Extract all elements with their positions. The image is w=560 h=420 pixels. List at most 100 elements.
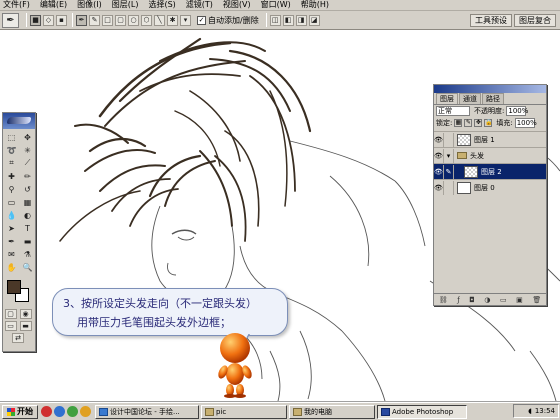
menu-view[interactable]: 视图(V) bbox=[223, 0, 251, 10]
history-brush-tool-icon[interactable]: ↺ bbox=[20, 183, 35, 195]
new-layer-icon[interactable]: ▣ bbox=[516, 296, 523, 304]
link-column[interactable] bbox=[444, 132, 454, 147]
custom-shape-button[interactable]: ✱ bbox=[167, 14, 178, 26]
visibility-eye-icon[interactable]: 👁 bbox=[434, 164, 444, 179]
clone-stamp-tool-icon[interactable]: ⚲ bbox=[4, 183, 19, 195]
menu-layer[interactable]: 图层(L) bbox=[112, 0, 139, 10]
menu-filter[interactable]: 滤镜(T) bbox=[186, 0, 213, 10]
link-layers-icon[interactable]: ⛓ bbox=[439, 296, 448, 304]
menu-window[interactable]: 窗口(W) bbox=[261, 0, 291, 10]
browser-icon[interactable] bbox=[54, 406, 65, 417]
menu-file[interactable]: 文件(F) bbox=[3, 0, 30, 10]
taskbar-item-pic[interactable]: pic bbox=[201, 404, 287, 419]
layer-row-layer2[interactable]: 👁 ✎ 图层 2 bbox=[434, 163, 546, 179]
lasso-tool-icon[interactable]: ➰ bbox=[4, 144, 19, 156]
subtract-from-path-button[interactable]: ◧ bbox=[282, 14, 294, 26]
layer-row-hair-group[interactable]: 👁 ▾ 头发 bbox=[434, 147, 546, 163]
blur-tool-icon[interactable]: 💧 bbox=[4, 209, 19, 221]
marquee-tool-icon[interactable]: ⬚ bbox=[4, 131, 19, 143]
magic-wand-tool-icon[interactable]: ✳ bbox=[20, 144, 35, 156]
tab-paths[interactable]: 路径 bbox=[482, 93, 504, 104]
menu-select[interactable]: 选择(S) bbox=[148, 0, 175, 10]
geometry-options-button[interactable]: ▾ bbox=[180, 14, 191, 26]
line-button[interactable]: ╲ bbox=[154, 14, 165, 26]
crop-tool-icon[interactable]: ⌗ bbox=[4, 157, 19, 169]
link-column[interactable] bbox=[444, 180, 454, 195]
tab-layer-comps[interactable]: 图层复合 bbox=[514, 13, 556, 27]
tools-palette-header[interactable] bbox=[3, 113, 35, 129]
eraser-tool-icon[interactable]: ▭ bbox=[4, 196, 19, 208]
visibility-eye-icon[interactable]: 👁 bbox=[434, 180, 444, 195]
opacity-input[interactable]: 100% bbox=[506, 106, 528, 116]
tab-channels[interactable]: 通道 bbox=[459, 93, 481, 104]
taskbar-item-forum[interactable]: 设计中国论坛 - 手绘... bbox=[95, 404, 199, 419]
quick-mask-button[interactable]: ◉ bbox=[19, 309, 32, 319]
layer-style-icon[interactable]: ƒ bbox=[457, 296, 459, 304]
lock-image-icon[interactable]: ✎ bbox=[464, 119, 473, 127]
dodge-tool-icon[interactable]: ◐ bbox=[20, 209, 35, 221]
slice-tool-icon[interactable]: ⟋ bbox=[20, 157, 35, 169]
path-selection-tool-icon[interactable]: ➤ bbox=[4, 222, 19, 234]
zoom-tool-icon[interactable]: 🔍 bbox=[20, 261, 35, 273]
pen-tool-icon[interactable]: ✒ bbox=[4, 235, 19, 247]
tool-preset-picker[interactable]: ✒ bbox=[2, 12, 19, 28]
fill-pixels-button[interactable]: ▪ bbox=[56, 14, 67, 26]
adjustment-layer-icon[interactable]: ◑ bbox=[484, 296, 490, 304]
media-icon[interactable] bbox=[80, 406, 91, 417]
new-group-icon[interactable]: ▭ bbox=[500, 296, 507, 304]
rounded-rectangle-button[interactable]: ▢ bbox=[115, 14, 126, 26]
menu-edit[interactable]: 编辑(E) bbox=[40, 0, 67, 10]
layer-row-layer1[interactable]: 👁 图层 1 bbox=[434, 131, 546, 147]
gradient-tool-icon[interactable]: ▦ bbox=[20, 196, 35, 208]
speaker-icon[interactable]: ◖ bbox=[528, 407, 532, 415]
layer-mask-icon[interactable]: ◘ bbox=[469, 296, 475, 304]
delete-layer-icon[interactable]: 🗑 bbox=[532, 296, 541, 304]
screen-mode-standard-button[interactable]: ▭ bbox=[4, 321, 17, 331]
notes-tool-icon[interactable]: ✉ bbox=[4, 248, 19, 260]
visibility-eye-icon[interactable]: 👁 bbox=[434, 148, 444, 163]
screen-mode-full-button[interactable]: ▬ bbox=[19, 321, 32, 331]
opera-icon[interactable] bbox=[41, 406, 52, 417]
lock-position-icon[interactable]: ✥ bbox=[474, 119, 483, 127]
ellipse-button[interactable]: ○ bbox=[128, 14, 139, 26]
blend-mode-select[interactable]: 正常 bbox=[436, 106, 470, 116]
pen-tool-button[interactable]: ✒ bbox=[76, 14, 87, 26]
clock[interactable]: 13:54 bbox=[535, 407, 555, 415]
standard-mode-button[interactable]: ▢ bbox=[4, 309, 17, 319]
taskbar-item-photoshop[interactable]: Adobe Photoshop bbox=[377, 404, 467, 419]
taskbar-item-my-computer[interactable]: 我的电脑 bbox=[289, 404, 375, 419]
lock-all-icon[interactable]: 🔒 bbox=[484, 119, 493, 127]
exclude-overlap-button[interactable]: ◪ bbox=[308, 14, 320, 26]
freeform-pen-button[interactable]: ✎ bbox=[89, 14, 100, 26]
menu-image[interactable]: 图像(I) bbox=[77, 0, 102, 10]
polygon-button[interactable]: ⬡ bbox=[141, 14, 152, 26]
auto-add-delete-checkbox[interactable]: ✓ bbox=[197, 15, 206, 25]
lock-transparency-icon[interactable]: ▦ bbox=[454, 119, 463, 127]
brush-icon[interactable]: ✎ bbox=[444, 164, 454, 179]
start-button[interactable]: 开始 bbox=[2, 404, 38, 419]
brush-tool-icon[interactable]: ✏ bbox=[20, 170, 35, 182]
eyedropper-tool-icon[interactable]: ⚗ bbox=[20, 248, 35, 260]
shape-layers-button[interactable]: ■ bbox=[30, 14, 41, 26]
layers-panel-titlebar[interactable] bbox=[434, 85, 546, 93]
type-tool-icon[interactable]: T bbox=[20, 222, 35, 234]
expand-triangle-icon[interactable]: ▾ bbox=[444, 148, 454, 163]
move-tool-icon[interactable]: ✥ bbox=[20, 131, 35, 143]
paths-button[interactable]: ◇ bbox=[43, 14, 54, 26]
jump-to-imageready-button[interactable]: ⇄ bbox=[12, 333, 24, 343]
shape-tool-icon[interactable]: ▬ bbox=[20, 235, 35, 247]
menu-help[interactable]: 帮助(H) bbox=[301, 0, 329, 10]
fill-input[interactable]: 100% bbox=[514, 118, 537, 128]
tab-layers[interactable]: 图层 bbox=[436, 93, 458, 104]
healing-brush-tool-icon[interactable]: ✚ bbox=[4, 170, 19, 182]
rectangle-button[interactable]: □ bbox=[102, 14, 113, 26]
foreground-color-swatch[interactable] bbox=[7, 280, 21, 294]
options-bar: ✒ ■ ◇ ▪ ✒ ✎ □ ▢ ○ ⬡ ╲ ✱ ▾ ✓ 自动添加/删除 ◫ ◧ … bbox=[0, 11, 560, 30]
layer-row-layer0[interactable]: 👁 图层 0 bbox=[434, 179, 546, 195]
hand-tool-icon[interactable]: ✋ bbox=[4, 261, 19, 273]
messenger-icon[interactable] bbox=[67, 406, 78, 417]
visibility-eye-icon[interactable]: 👁 bbox=[434, 132, 444, 147]
add-to-path-button[interactable]: ◫ bbox=[269, 14, 281, 26]
tab-tool-presets[interactable]: 工具预设 bbox=[470, 13, 512, 27]
intersect-path-button[interactable]: ◨ bbox=[295, 14, 307, 26]
